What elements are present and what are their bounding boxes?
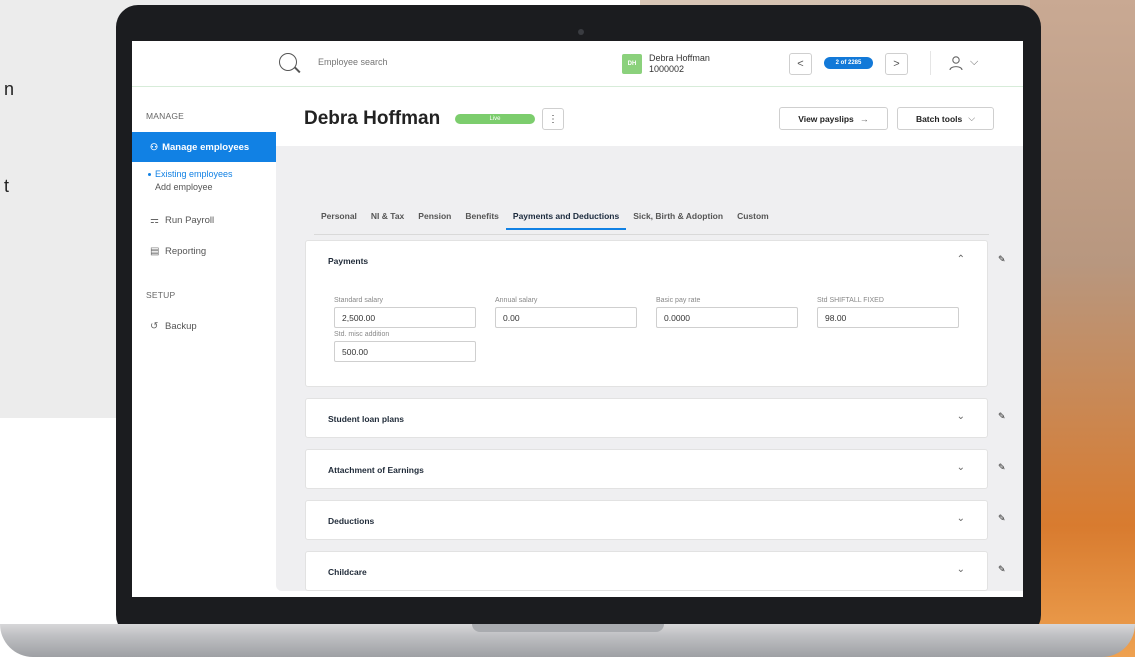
webcam [578, 29, 584, 35]
tab-personal[interactable]: Personal [314, 211, 364, 227]
chevron-down-icon: ⌵ [968, 113, 976, 123]
tab-bar: Personal NI & Tax Pension Benefits Payme… [314, 211, 776, 231]
users-icon: ⚇ [150, 141, 159, 152]
chevron-down-icon[interactable]: ⌄ [957, 462, 965, 473]
status-badge: Live [455, 114, 535, 124]
screen-bottom-bezel [132, 597, 1023, 607]
field-label: Standard salary [334, 297, 384, 304]
section-title: Deductions [328, 516, 375, 526]
chevron-right-icon: > [893, 58, 900, 70]
tab-pension[interactable]: Pension [411, 211, 458, 227]
main-content: Debra Hoffman Live ⋮ View payslips → Bat… [276, 87, 1023, 607]
button-label: View payslips [798, 113, 854, 124]
history-icon: ↺ [150, 321, 159, 332]
sidebar-item-label: Reporting [165, 246, 207, 257]
field-label: Std. misc addition [334, 331, 390, 338]
sidebar-item-add-employee[interactable]: Add employee [155, 182, 213, 192]
chevron-down-icon[interactable]: ⌄ [957, 564, 965, 575]
user-icon[interactable] [948, 55, 964, 71]
sidebar-item-existing-employees[interactable]: Existing employees [155, 169, 233, 179]
employee-id: 1000002 [649, 64, 685, 74]
sidebar: MANAGE ⚇ Manage employees Existing emplo… [132, 87, 276, 607]
section-title: Payments [328, 256, 369, 266]
attachment-of-earnings-section[interactable]: Attachment of Earnings ⌄ [305, 449, 988, 489]
section-title: Attachment of Earnings [328, 465, 424, 475]
next-employee-button[interactable]: > [885, 53, 908, 75]
field-label: Annual salary [495, 297, 538, 304]
sidebar-item-run-payroll[interactable]: ⚎ Run Payroll [150, 215, 214, 226]
employee-avatar: DH [622, 54, 642, 74]
sidebar-item-label: Run Payroll [165, 215, 215, 226]
user-menu-chevron-down-icon[interactable]: ⌵ [970, 56, 978, 69]
sidebar-item-manage-employees[interactable]: ⚇ Manage employees [132, 132, 276, 162]
chart-icon: ▤ [150, 246, 160, 257]
tab-benefits[interactable]: Benefits [458, 211, 506, 227]
tab-payments-and-deductions[interactable]: Payments and Deductions [505, 211, 627, 230]
standard-salary-field[interactable]: 2,500.00 [334, 307, 476, 328]
kebab-menu-icon: ⋮ [548, 113, 558, 125]
app-screen: DH Debra Hoffman 1000002 < 2 of 2285 > ⌵… [132, 41, 1023, 607]
std-shiftall-fixed-field[interactable]: 98.00 [817, 307, 959, 328]
chevron-down-icon[interactable]: ⌄ [957, 411, 965, 422]
arrow-right-icon: → [859, 113, 869, 124]
chevron-up-icon[interactable]: ⌃ [957, 254, 965, 265]
previous-employee-button[interactable]: < [789, 53, 812, 75]
more-options-button[interactable]: ⋮ [542, 108, 564, 130]
sidebar-item-label: Backup [165, 321, 197, 332]
tab-divider [314, 234, 989, 235]
chevron-down-icon[interactable]: ⌄ [957, 513, 965, 524]
background-text-fragment: t [4, 176, 10, 196]
employee-pager-badge: 2 of 2285 [824, 57, 873, 69]
cart-icon: ⚎ [150, 215, 159, 226]
batch-tools-button[interactable]: Batch tools ⌵ [897, 107, 994, 130]
page-title: Debra Hoffman [304, 108, 441, 129]
field-label: Basic pay rate [656, 297, 701, 304]
annual-salary-field[interactable]: 0.00 [495, 307, 637, 328]
edit-pencil-icon[interactable]: ✎ [998, 564, 1006, 575]
deductions-section[interactable]: Deductions ⌄ [305, 500, 988, 540]
sidebar-heading-manage: MANAGE [146, 111, 185, 121]
active-bullet-icon [148, 173, 151, 176]
sidebar-item-backup[interactable]: ↺ Backup [150, 321, 197, 332]
topbar: DH Debra Hoffman 1000002 < 2 of 2285 > ⌵ [132, 41, 1023, 87]
background-text-fragment: n [4, 79, 15, 99]
chevron-left-icon: < [797, 58, 804, 70]
tab-sick-birth-adoption[interactable]: Sick, Birth & Adoption [626, 211, 730, 227]
student-loan-plans-section[interactable]: Student loan plans ⌄ [305, 398, 988, 438]
childcare-section[interactable]: Childcare ⌄ [305, 551, 988, 591]
search-icon[interactable] [279, 53, 297, 71]
employee-name: Debra Hoffman [649, 53, 710, 63]
edit-pencil-icon[interactable]: ✎ [998, 462, 1006, 473]
tab-custom[interactable]: Custom [730, 211, 776, 227]
std-misc-addition-field[interactable]: 500.00 [334, 341, 476, 362]
edit-pencil-icon[interactable]: ✎ [998, 254, 1006, 265]
topbar-divider [930, 51, 931, 75]
edit-pencil-icon[interactable]: ✎ [998, 513, 1006, 524]
section-title: Childcare [328, 567, 367, 577]
section-title: Student loan plans [328, 414, 405, 424]
basic-pay-rate-field[interactable]: 0.0000 [656, 307, 798, 328]
sidebar-item-label: Manage employees [162, 141, 250, 153]
payments-section: Payments ⌃ Standard salary 2,500.00 Annu… [305, 240, 988, 387]
sidebar-item-reporting[interactable]: ▤ Reporting [150, 246, 206, 257]
laptop-notch [472, 624, 664, 632]
background-photo-edge [1030, 0, 1135, 657]
view-payslips-button[interactable]: View payslips → [779, 107, 888, 130]
sidebar-heading-setup: SETUP [146, 290, 176, 300]
field-label: Std SHIFTALL FIXED [817, 297, 884, 304]
tab-ni-tax[interactable]: NI & Tax [364, 211, 411, 227]
edit-pencil-icon[interactable]: ✎ [998, 411, 1006, 422]
button-label: Batch tools [915, 113, 963, 124]
employee-search-input[interactable] [318, 57, 518, 67]
